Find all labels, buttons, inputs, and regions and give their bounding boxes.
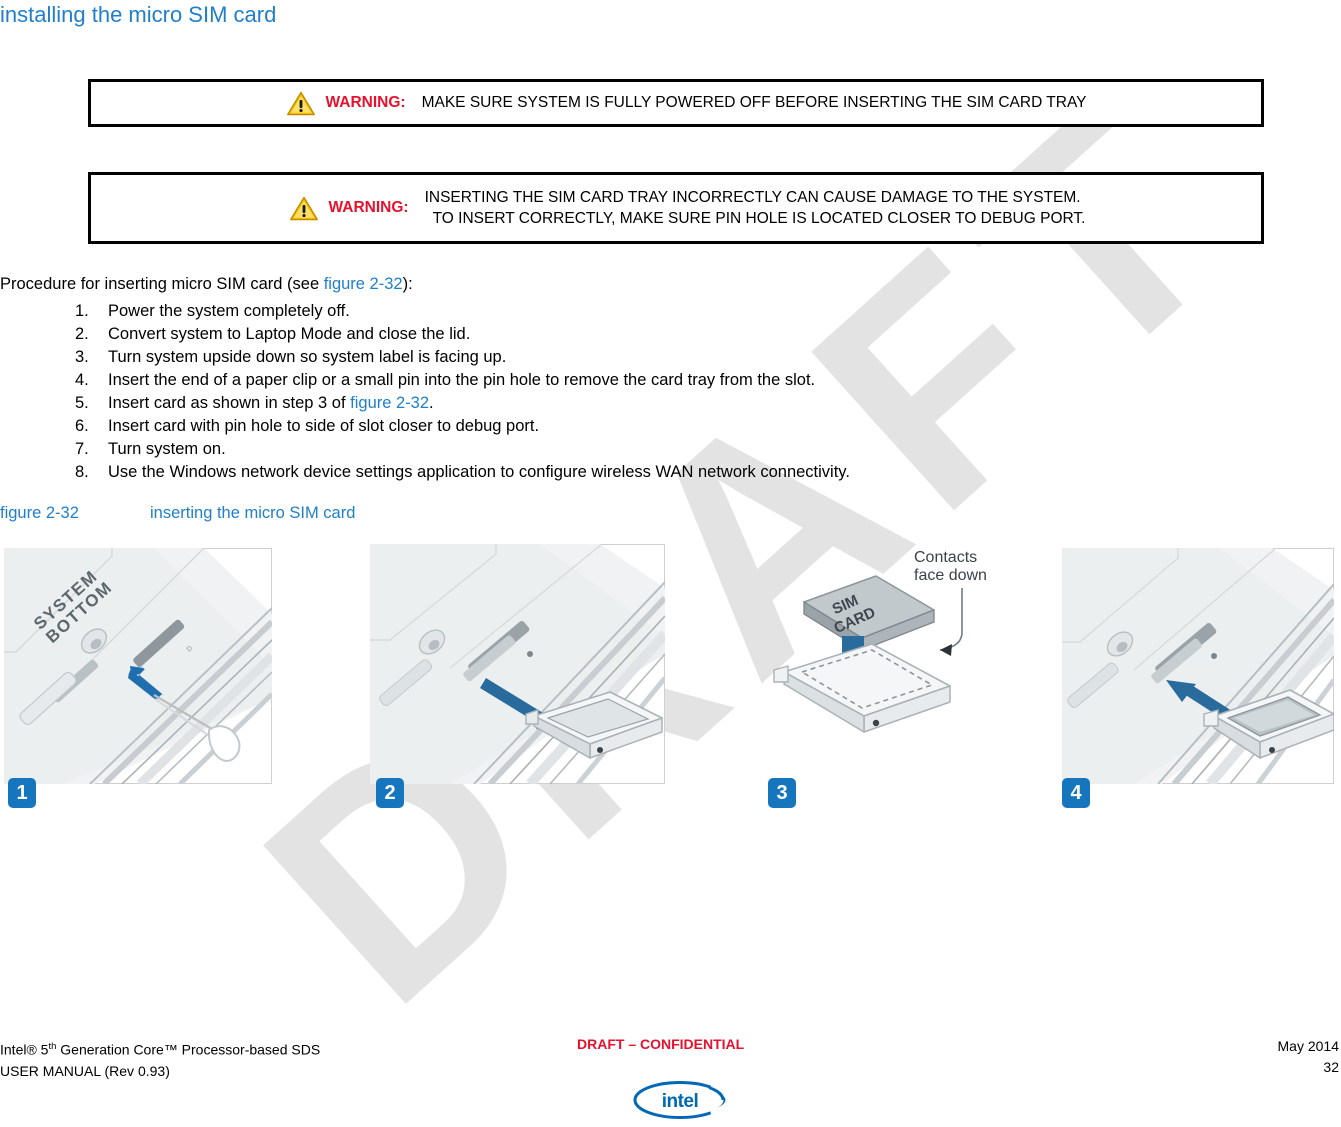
figure-step-badge-2: 2 xyxy=(376,778,404,808)
step-text: Insert the end of a paper clip or a smal… xyxy=(108,371,816,389)
sim-card-into-tray-illustration: Contacts face down SIM CARD xyxy=(773,549,987,733)
figure-step-badge-3: 3 xyxy=(768,778,796,808)
step-number: 2. xyxy=(75,325,89,343)
step-text: Power the system completely off. xyxy=(108,302,350,320)
warning-triangle-icon xyxy=(286,91,315,115)
page-title: installing the micro SIM card xyxy=(0,2,277,27)
sim-tray xyxy=(773,643,951,733)
list-item: 4. Insert the end of a paper clip or a s… xyxy=(0,369,1200,392)
figure-caption: figure 2-32 inserting the micro SIM card xyxy=(0,504,355,523)
warning-text: INSERTING THE SIM CARD TRAY INCORRECTLY … xyxy=(425,187,1086,230)
figure-panel-1: D SYSTEM BOTTOM xyxy=(4,548,272,784)
warning-triangle-icon xyxy=(289,196,318,220)
panel-3-annotation-line-1: Contacts xyxy=(914,549,977,566)
figure-step-badge-4: 4 xyxy=(1062,778,1090,808)
list-item: 6. Insert card with pin hole to side of … xyxy=(0,415,1200,438)
step-text: Use the Windows network device settings … xyxy=(108,463,850,481)
procedure-intro-suffix: ): xyxy=(402,275,413,293)
warning-label: WARNING: xyxy=(325,94,406,111)
footer-line-2: USER MANUAL (Rev 0.93) xyxy=(0,1062,170,1079)
figure-number: figure 2-32 xyxy=(0,504,79,522)
list-item: 8. Use the Windows network device settin… xyxy=(0,461,1200,484)
list-item: 1. Power the system completely off. xyxy=(0,300,1200,323)
step-number: 7. xyxy=(75,440,89,458)
figure-xref-link[interactable]: figure 2-32 xyxy=(350,394,429,412)
footer-line-1: Intel® 5th Generation Core™ Processor-ba… xyxy=(0,1036,320,1061)
warning-text-line-2: TO INSERT CORRECTLY, MAKE SURE PIN HOLE … xyxy=(432,210,1086,227)
sim-tray-reinsert-illustration xyxy=(1062,548,1334,784)
procedure-step-list: 1. Power the system completely off. 2. C… xyxy=(0,300,1200,484)
document-page: installing the micro SIM card WARNING: M… xyxy=(0,0,1341,1127)
step-text: Turn system upside down so system label … xyxy=(108,348,507,366)
step-text: Insert card as shown in step 3 of figure… xyxy=(108,392,1200,415)
warning-label: WARNING: xyxy=(328,199,409,216)
warning-box-powered-off: WARNING: MAKE SURE SYSTEM IS FULLY POWER… xyxy=(88,79,1264,127)
step-text: Insert card with pin hole to side of slo… xyxy=(108,417,540,435)
page-number: 32 xyxy=(1323,1059,1339,1075)
list-item: 3. Turn system upside down so system lab… xyxy=(0,346,1200,369)
figure-title: inserting the micro SIM card xyxy=(150,504,356,522)
step-text: Turn system on. xyxy=(108,440,226,458)
list-item: 7. Turn system on. xyxy=(0,438,1200,461)
figure-panel-4 xyxy=(1062,548,1334,784)
step-text: Convert system to Laptop Mode and close … xyxy=(108,325,471,343)
footer-line-1-suffix: Generation Core™ Processor-based SDS xyxy=(56,1041,321,1058)
procedure-intro-prefix: Procedure for inserting micro SIM card (… xyxy=(0,275,324,293)
sim-card: SIM CARD xyxy=(803,575,935,652)
step-number: 6. xyxy=(75,417,89,435)
footer-confidentiality-notice: DRAFT – CONFIDENTIAL xyxy=(577,1036,745,1052)
figure-step-badge-1: 1 xyxy=(8,778,36,808)
sim-tray-eject-illustration: D SYSTEM BOTTOM xyxy=(4,548,272,784)
list-item: 2. Convert system to Laptop Mode and clo… xyxy=(0,323,1200,346)
step-text-prefix: Insert card as shown in step 3 of xyxy=(108,394,351,412)
step-number: 3. xyxy=(75,348,89,366)
panel-3-annotation-line-2: face down xyxy=(914,567,987,584)
footer-date: May 2014 xyxy=(1277,1038,1339,1054)
sim-tray-removed-illustration xyxy=(370,544,665,784)
intel-logo: intel xyxy=(633,1081,729,1119)
step-number: 8. xyxy=(75,463,89,481)
footer-date-and-page: May 2014 32 xyxy=(1278,1036,1339,1078)
footer-line-1-prefix: Intel® 5 xyxy=(0,1041,49,1058)
step-number: 4. xyxy=(75,371,89,389)
list-item: 5. Insert card as shown in step 3 of fig… xyxy=(0,392,1200,415)
warning-text-line-1: INSERTING THE SIM CARD TRAY INCORRECTLY … xyxy=(424,188,1081,206)
step-number: 1. xyxy=(75,302,89,320)
svg-text:intel: intel xyxy=(662,1091,699,1112)
figure-illustration-row: D SYSTEM BOTTOM Contacts face down SIM C… xyxy=(0,540,1341,830)
procedure-intro: Procedure for inserting micro SIM card (… xyxy=(0,275,413,294)
warning-box-insert-correctly: WARNING: INSERTING THE SIM CARD TRAY INC… xyxy=(88,172,1264,244)
figure-panel-3: Contacts face down SIM CARD xyxy=(768,540,1030,784)
step-number: 5. xyxy=(75,394,89,412)
figure-xref-link[interactable]: figure 2-32 xyxy=(324,275,403,293)
page-footer: Intel® 5th Generation Core™ Processor-ba… xyxy=(0,1036,1341,1127)
figure-panel-2 xyxy=(370,544,665,784)
footer-document-title: Intel® 5th Generation Core™ Processor-ba… xyxy=(0,1036,320,1082)
step-text-suffix: . xyxy=(429,394,434,412)
warning-text: MAKE SURE SYSTEM IS FULLY POWERED OFF BE… xyxy=(421,94,1087,112)
